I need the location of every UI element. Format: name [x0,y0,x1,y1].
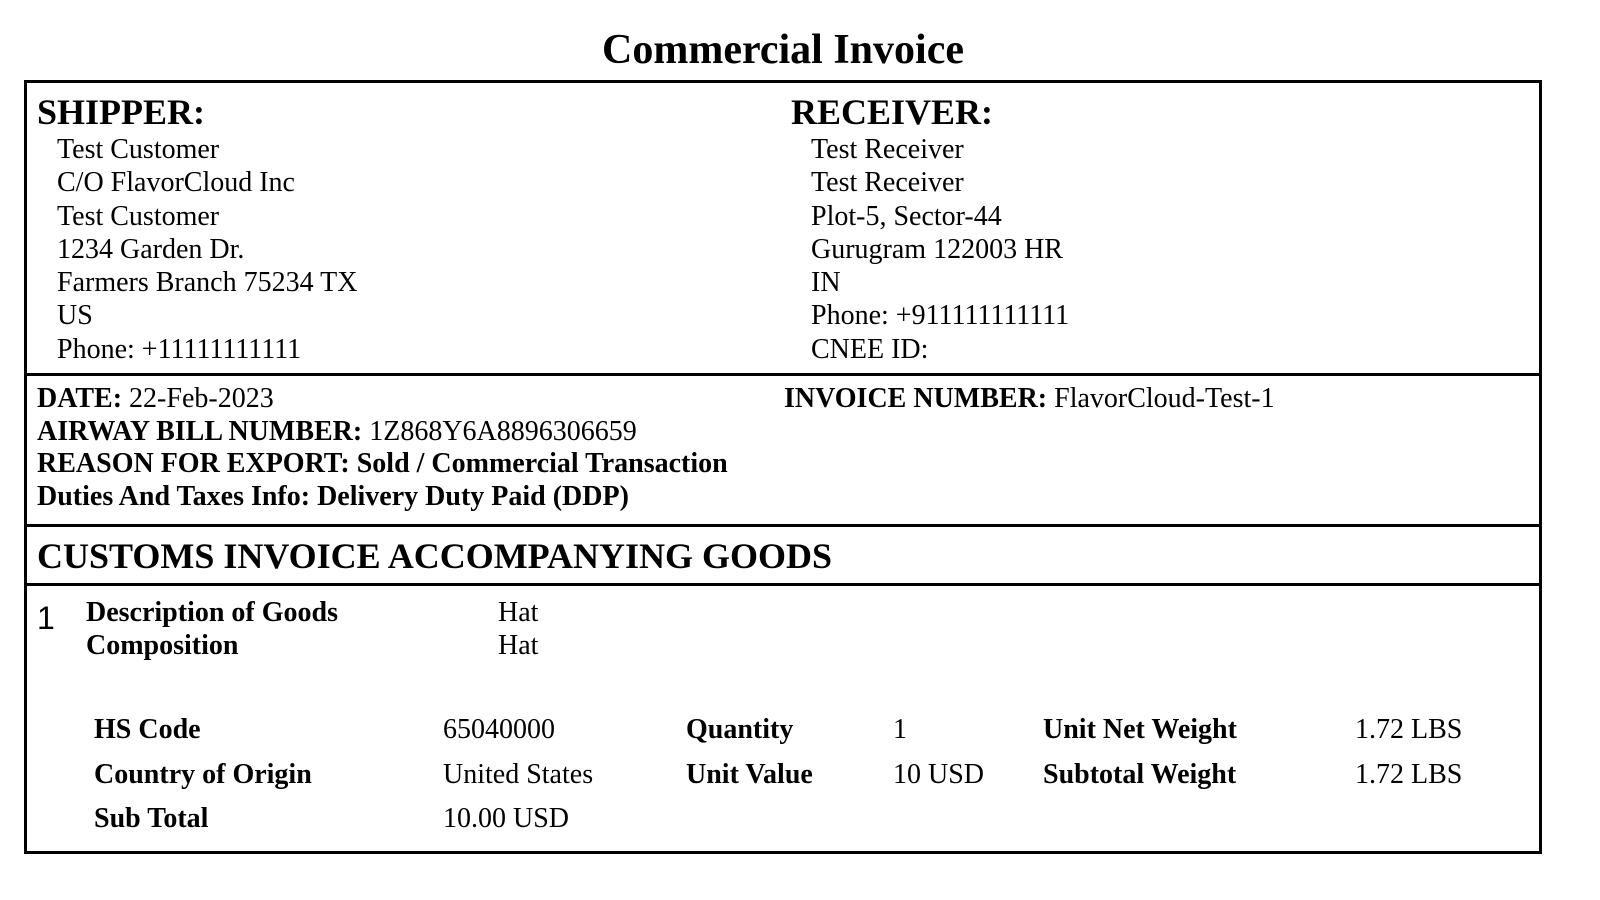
customs-heading: CUSTOMS INVOICE ACCOMPANYING GOODS [37,536,833,576]
quantity-label: Quantity [686,714,794,745]
invoice-number-label: INVOICE NUMBER: [784,383,1048,414]
shipper-street: 1234 Garden Dr. [57,233,245,265]
receiver-street: Plot-5, Sector-44 [811,200,1002,232]
shipper-contact: Test Customer [57,200,220,232]
airway-bill-label: AIRWAY BILL NUMBER: [37,416,363,447]
subtotal-weight-value: 1.72 LBS [1355,759,1463,790]
receiver-name: Test Receiver [811,134,964,165]
shipper-country: US [57,300,93,332]
hs-code-label: HS Code [94,714,201,745]
unit-value-value: 10 USD [893,759,985,790]
parties-section: SHIPPER: Test Customer C/O FlavorCloud I… [27,83,1539,376]
shipper-heading: SHIPPER: [37,92,206,132]
shipper-company: C/O FlavorCloud Inc [57,167,295,199]
description-label: Description of Goods [86,597,338,628]
receiver-block: RECEIVER: Test Receiver Test Receiver Pl… [791,91,1069,366]
description-value: Hat [498,597,539,628]
sub-total-value: 10.00 USD [443,803,570,834]
item-number: 1 [37,600,55,636]
receiver-heading: RECEIVER: [791,92,994,132]
invoice-box: SHIPPER: Test Customer C/O FlavorCloud I… [24,80,1542,854]
quantity-value: 1 [893,714,907,745]
airway-bill-value: 1Z868Y6A8896306659 [369,416,637,447]
receiver-cnee-id: CNEE ID: [811,333,929,365]
shipper-address: Test Customer C/O FlavorCloud Inc Test C… [57,133,357,366]
subtotal-weight-label: Subtotal Weight [1043,759,1237,790]
shipper-phone: Phone: +11111111111 [57,333,302,365]
receiver-contact: Test Receiver [811,167,964,199]
hs-code-value: 65040000 [443,714,555,745]
duties-and-taxes-info: Duties And Taxes Info: Delivery Duty Pai… [37,481,629,512]
unit-value-label: Unit Value [686,759,813,790]
shipper-city: Farmers Branch 75234 TX [57,267,358,299]
unit-net-weight-label: Unit Net Weight [1043,714,1237,745]
shipment-info-section: DATE: 22-Feb-2023 INVOICE NUMBER: Flavor… [27,376,1539,527]
document-title: Commercial Invoice [602,27,964,73]
reason-for-export: REASON FOR EXPORT: Sold / Commercial Tra… [37,448,728,479]
receiver-city: Gurugram 122003 HR [811,233,1063,265]
date-label: DATE: [37,383,123,414]
sub-total-label: Sub Total [94,803,209,834]
shipper-block: SHIPPER: Test Customer C/O FlavorCloud I… [37,91,357,366]
receiver-country: IN [811,267,841,299]
line-item: 1 Description of Goods Hat Composition H… [27,586,1539,851]
date-field: DATE: 22-Feb-2023 [37,382,274,415]
unit-net-weight-value: 1.72 LBS [1355,714,1463,745]
country-of-origin-value: United States [443,759,594,790]
receiver-phone: Phone: +911111111111 [811,300,1070,332]
composition-label: Composition [86,630,239,661]
invoice-number-field: INVOICE NUMBER: FlavorCloud-Test-1 [784,382,1275,415]
customs-heading-section: CUSTOMS INVOICE ACCOMPANYING GOODS [27,527,1539,586]
invoice-number-value: FlavorCloud-Test-1 [1054,383,1275,414]
date-value: 22-Feb-2023 [129,383,274,414]
country-of-origin-label: Country of Origin [94,759,312,790]
shipper-name: Test Customer [57,134,220,165]
airway-bill-field: AIRWAY BILL NUMBER: 1Z868Y6A8896306659 [37,415,637,448]
receiver-address: Test Receiver Test Receiver Plot-5, Sect… [811,133,1069,366]
composition-value: Hat [498,630,539,661]
